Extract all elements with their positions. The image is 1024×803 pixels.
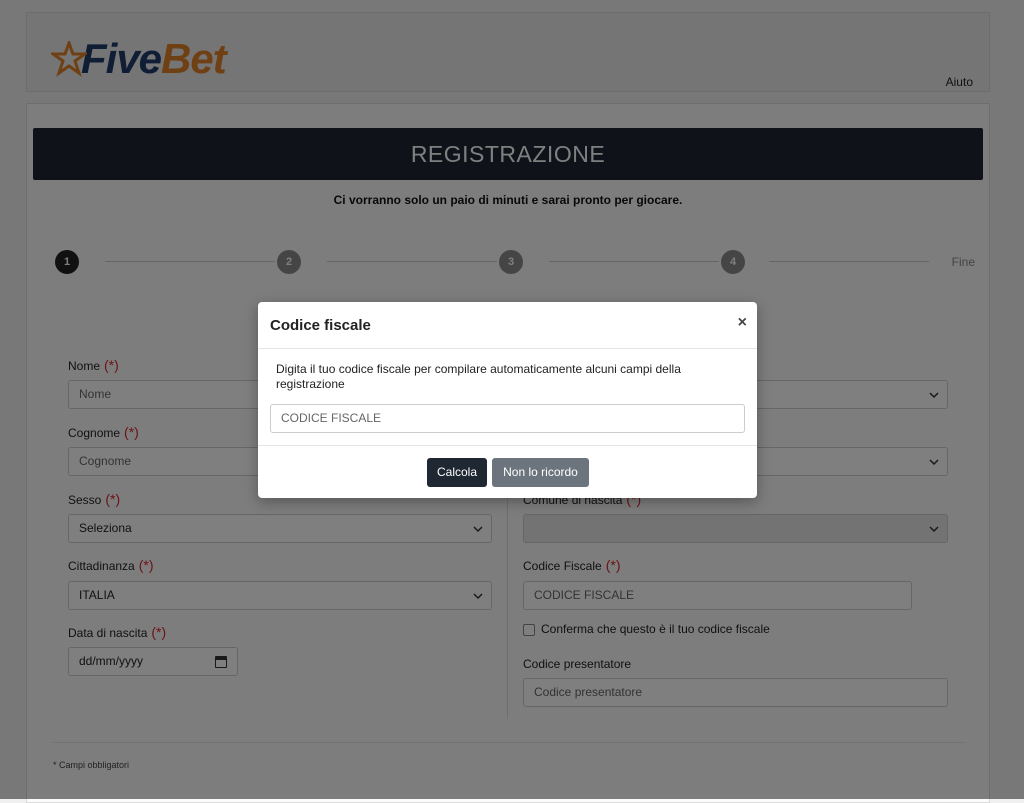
modal-header: Codice fiscale × (258, 302, 757, 349)
non-lo-ricordo-button[interactable]: Non lo ricordo (492, 458, 589, 487)
registration-page: FiveBet Aiuto REGISTRAZIONE Ci vorranno … (0, 0, 1024, 803)
modal-footer-divider (258, 445, 757, 446)
modal-description: Digita il tuo codice fiscale per compila… (276, 362, 681, 391)
modal-title: Codice fiscale (270, 317, 371, 334)
modal-codice-fiscale-input[interactable]: CODICE FISCALE (270, 404, 745, 433)
codice-fiscale-modal: Codice fiscale × Digita il tuo codice fi… (258, 302, 757, 498)
calcola-button[interactable]: Calcola (427, 458, 487, 487)
close-icon[interactable]: × (738, 314, 747, 332)
